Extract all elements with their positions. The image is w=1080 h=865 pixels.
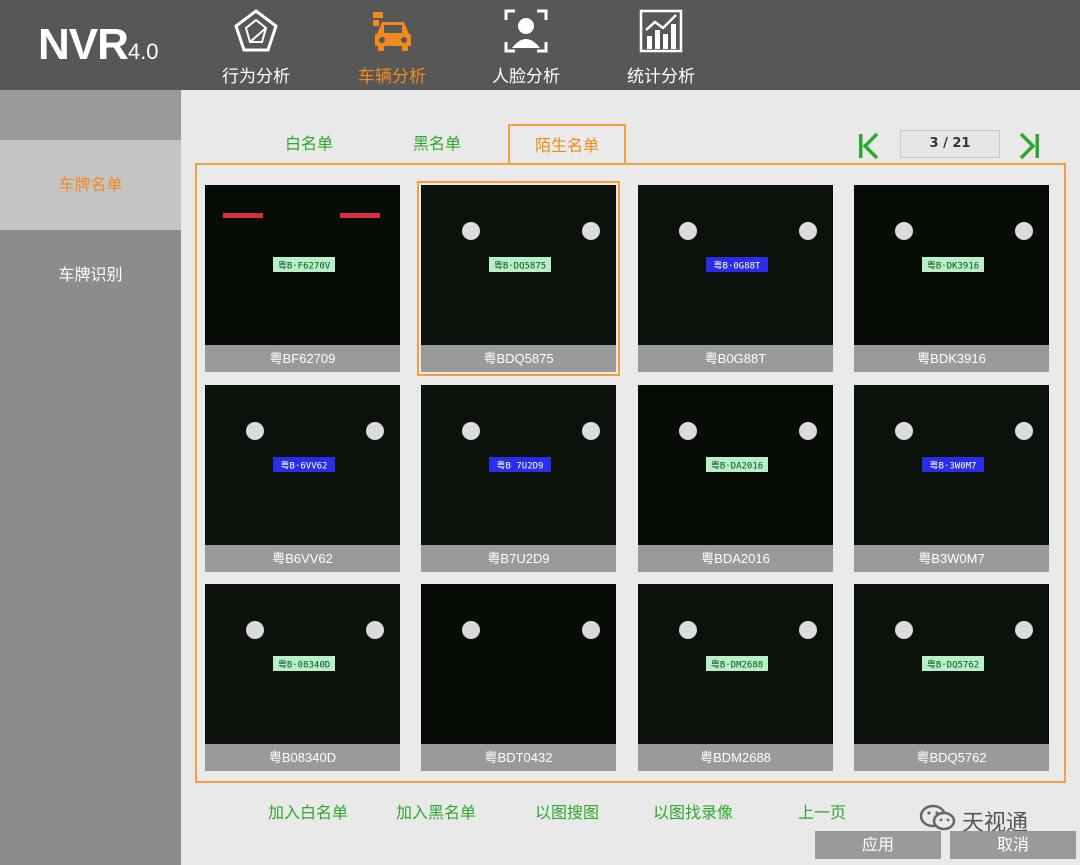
vehicle-capture-image xyxy=(421,584,616,744)
plate-caption: 粤B0G88T xyxy=(638,345,833,372)
find-recording-by-image-link[interactable]: 以图找录像 xyxy=(640,800,746,826)
plate-caption: 粤B7U2D9 xyxy=(421,545,616,572)
last-page-icon[interactable] xyxy=(1017,132,1041,160)
license-plate-text: 粤B·DQ5875 xyxy=(494,260,546,272)
plate-thumbnail[interactable]: 粤B·0G88T 粤B0G88T xyxy=(638,185,833,372)
face-scan-icon xyxy=(504,9,548,53)
plate-thumbnail[interactable]: 粤B·DK3916 粤BDK3916 xyxy=(854,185,1049,372)
vehicle-capture-image: 粤B·DQ5875 xyxy=(421,185,616,345)
nav-face-analysis-label: 人脸分析 xyxy=(492,67,560,87)
plate-caption: 粤BDM2688 xyxy=(638,744,833,771)
plate-caption: 粤B08340D xyxy=(205,744,400,771)
license-plate-text: 粤B·08340D xyxy=(278,659,330,671)
plate-thumbnail[interactable]: 粤BDT0432 xyxy=(421,584,616,771)
license-plate-text: 粤B·0G88T xyxy=(714,260,762,272)
license-plate-text: 粤B·6VV62 xyxy=(281,460,328,472)
vehicle-capture-image: 粤B·DM2688 xyxy=(638,584,833,744)
plate-thumbnail[interactable]: 粤B·6VV62 粤B6VV62 xyxy=(205,385,400,572)
first-page-icon[interactable] xyxy=(857,132,881,160)
bar-chart-icon xyxy=(639,9,683,53)
plate-thumbnail[interactable]: 粤B·DA2016 粤BDA2016 xyxy=(638,385,833,572)
cancel-button[interactable]: 取消 xyxy=(950,831,1076,859)
vehicle-capture-image: 粤B·08340D xyxy=(205,584,400,744)
plate-thumbnail[interactable]: 粤B 7U2D9 粤B7U2D9 xyxy=(421,385,616,572)
nav-statistics-analysis[interactable]: 统计分析 xyxy=(601,0,721,90)
nav-behavior-analysis-label: 行为分析 xyxy=(222,67,290,87)
plate-caption: 粤BDQ5875 xyxy=(421,345,616,372)
vehicle-capture-image: 粤B·DK3916 xyxy=(854,185,1049,345)
tab-whitelist[interactable]: 白名单 xyxy=(250,124,368,164)
plate-thumbnail[interactable]: 粤B·F6270V 粤BF62709 xyxy=(205,185,400,372)
page-indicator: 3 / 21 xyxy=(900,130,1000,158)
app-version: 4.0 xyxy=(127,39,159,64)
license-plate-text: 粤B·DM2688 xyxy=(711,659,763,671)
add-to-blacklist-link[interactable]: 加入黑名单 xyxy=(386,800,486,826)
plate-thumbnail[interactable]: 粤B·3W0M7 粤B3W0M7 xyxy=(854,385,1049,572)
license-plate-text: 粤B·DA2016 xyxy=(711,460,763,472)
nav-face-analysis[interactable]: 人脸分析 xyxy=(466,0,586,90)
sidebar: 车牌名单 车牌识别 xyxy=(0,90,181,865)
previous-page-link[interactable]: 上一页 xyxy=(786,800,858,826)
plate-caption: 粤B6VV62 xyxy=(205,545,400,572)
plate-caption: 粤B3W0M7 xyxy=(854,545,1049,572)
app-name: NVR xyxy=(38,20,129,69)
vehicle-capture-image: 粤B·DA2016 xyxy=(638,385,833,545)
plate-thumbnail[interactable]: 粤B·DM2688 粤BDM2688 xyxy=(638,584,833,771)
plate-thumbnail[interactable]: 粤B·08340D 粤B08340D xyxy=(205,584,400,771)
license-plate-text: 粤B·3W0M7 xyxy=(930,460,977,472)
vehicle-capture-image: 粤B·6VV62 xyxy=(205,385,400,545)
license-plate-text: 粤B·F6270V xyxy=(278,260,331,272)
add-to-whitelist-link[interactable]: 加入白名单 xyxy=(258,800,358,826)
nav-vehicle-analysis-label: 车辆分析 xyxy=(358,67,426,87)
plate-caption: 粤BDQ5762 xyxy=(854,744,1049,771)
tab-stranger-list[interactable]: 陌生名单 xyxy=(508,124,626,167)
plate-thumbnail[interactable]: 粤B·DQ5875 粤BDQ5875 xyxy=(417,181,620,376)
license-plate-text: 粤B·DK3916 xyxy=(927,260,979,272)
nav-vehicle-analysis[interactable]: 车辆分析 xyxy=(332,0,452,90)
sidebar-item-plate-recognition[interactable]: 车牌识别 xyxy=(0,230,181,320)
car-icon xyxy=(373,12,411,51)
vehicle-capture-image: 粤B·F6270V xyxy=(205,185,400,345)
app-logo: NVR4.0 xyxy=(38,20,159,70)
sidebar-spacer xyxy=(0,90,181,140)
vehicle-capture-image: 粤B·0G88T xyxy=(638,185,833,345)
nav-statistics-analysis-label: 统计分析 xyxy=(627,67,695,87)
top-bar: NVR4.0 行为分析 车辆分析 人脸分析 统计分析 xyxy=(0,0,1080,90)
license-plate-text: 粤B 7U2D9 xyxy=(497,460,544,472)
plate-caption: 粤BDK3916 xyxy=(854,345,1049,372)
nav-behavior-analysis[interactable]: 行为分析 xyxy=(196,0,316,90)
plate-thumbnail[interactable]: 粤B·DQ5762 粤BDQ5762 xyxy=(854,584,1049,771)
plate-caption: 粤BDA2016 xyxy=(638,545,833,572)
wechat-icon xyxy=(919,804,956,831)
plate-caption: 粤BF62709 xyxy=(205,345,400,372)
plate-caption: 粤BDT0432 xyxy=(421,744,616,771)
search-by-image-link[interactable]: 以图搜图 xyxy=(522,800,612,826)
pentagon-analysis-icon xyxy=(234,9,278,52)
apply-button[interactable]: 应用 xyxy=(815,831,941,859)
tab-blacklist[interactable]: 黑名单 xyxy=(378,124,496,164)
sidebar-item-plate-list[interactable]: 车牌名单 xyxy=(0,140,181,230)
vehicle-capture-image: 粤B·DQ5762 xyxy=(854,584,1049,744)
license-plate-text: 粤B·DQ5762 xyxy=(927,659,979,671)
vehicle-capture-image: 粤B·3W0M7 xyxy=(854,385,1049,545)
vehicle-capture-image: 粤B 7U2D9 xyxy=(421,385,616,545)
